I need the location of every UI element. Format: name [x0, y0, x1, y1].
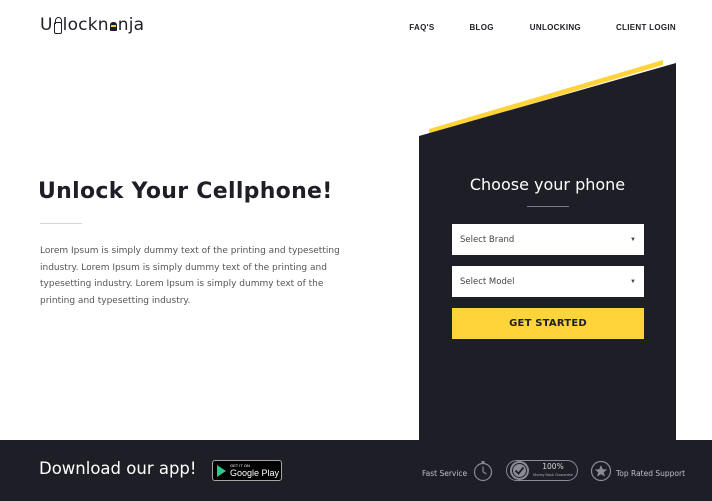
get-started-button[interactable]: GET STARTED	[452, 308, 644, 339]
google-play-icon	[217, 464, 226, 477]
phone-selector-panel	[419, 60, 676, 450]
medal-icon	[509, 460, 530, 486]
nav-faqs[interactable]: FAQ'S	[409, 23, 434, 32]
main-nav: FAQ'S BLOG UNLOCKING CLIENT LOGIN	[409, 23, 676, 32]
select-brand-dropdown[interactable]: Select Brand ▼	[452, 224, 644, 255]
hero-description: Lorem Ipsum is simply dummy text of the …	[40, 246, 340, 307]
ninja-icon	[109, 21, 117, 31]
caret-down-icon: ▼	[630, 278, 636, 285]
star-icon	[590, 460, 612, 487]
nav-blog[interactable]: BLOG	[469, 23, 493, 32]
money-back-badge: 100% Money Back Guarantee	[506, 460, 578, 481]
feature-money-back: 100% Money Back Guarantee	[506, 460, 578, 481]
lock-icon	[53, 17, 62, 34]
logo[interactable]: U lockn nja	[40, 15, 144, 35]
nav-unlocking[interactable]: UNLOCKING	[530, 23, 581, 32]
logo-text-prefix: U	[40, 15, 53, 35]
stopwatch-icon	[472, 460, 494, 487]
panel-title: Choose your phone	[469, 175, 626, 194]
hero-title: Unlock Your Cellphone!	[38, 179, 333, 204]
select-brand-label: Select Brand	[460, 234, 515, 245]
panel-shape	[419, 60, 676, 450]
download-app-title: Download our app!	[39, 459, 197, 478]
panel-divider	[527, 206, 569, 207]
hero-divider	[40, 223, 82, 224]
google-play-button[interactable]: GET IT ON Google Play	[212, 460, 282, 481]
google-play-small-text: GET IT ON	[230, 462, 250, 468]
select-model-dropdown[interactable]: Select Model ▼	[452, 266, 644, 297]
feature-fast-service: Fast Service	[422, 460, 494, 487]
money-back-label: Money Back Guarantee	[533, 472, 573, 477]
landing-page: U lockn nja FAQ'S BLOG UNLOCKING CLIENT …	[0, 0, 712, 501]
google-play-big-text: Google Play	[230, 467, 280, 478]
feature-top-rated: Top Rated Support	[590, 460, 685, 487]
logo-text-mid: lockn	[62, 15, 109, 35]
nav-client-login[interactable]: CLIENT LOGIN	[616, 23, 676, 32]
select-model-label: Select Model	[460, 276, 515, 287]
caret-down-icon: ▼	[630, 236, 636, 243]
fast-service-label: Fast Service	[422, 469, 468, 478]
top-rated-label: Top Rated Support	[616, 469, 686, 478]
logo-text-suffix: nja	[117, 15, 145, 35]
money-back-percent: 100%	[542, 462, 564, 471]
